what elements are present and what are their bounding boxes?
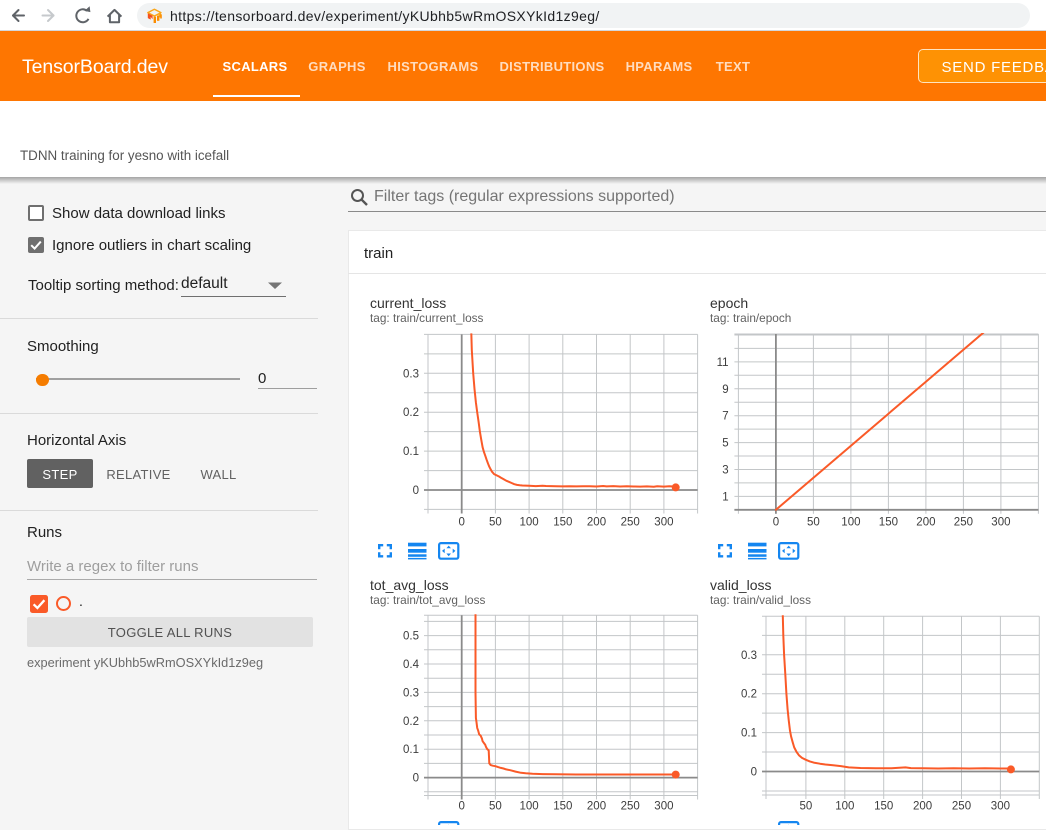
svg-text:5: 5 — [722, 438, 728, 450]
svg-text:100: 100 — [835, 801, 854, 813]
svg-text:0.2: 0.2 — [403, 407, 419, 419]
svg-text:150: 150 — [879, 517, 898, 529]
svg-text:0: 0 — [413, 773, 419, 785]
svg-text:300: 300 — [991, 517, 1010, 529]
svg-text:1: 1 — [722, 491, 728, 503]
svg-text:200: 200 — [913, 801, 932, 813]
svg-text:0.1: 0.1 — [741, 728, 757, 740]
svg-text:250: 250 — [621, 801, 640, 813]
svg-text:0: 0 — [751, 767, 757, 779]
svg-text:100: 100 — [841, 517, 860, 529]
svg-text:0.3: 0.3 — [403, 368, 419, 380]
svg-text:50: 50 — [800, 801, 813, 813]
svg-text:0.2: 0.2 — [741, 689, 757, 701]
svg-text:300: 300 — [991, 801, 1010, 813]
svg-text:0.2: 0.2 — [403, 716, 419, 728]
svg-text:250: 250 — [621, 517, 640, 529]
svg-text:50: 50 — [489, 517, 502, 529]
svg-text:0.1: 0.1 — [403, 446, 419, 458]
svg-text:200: 200 — [587, 517, 606, 529]
svg-text:0: 0 — [458, 801, 464, 813]
svg-text:0.3: 0.3 — [741, 650, 757, 662]
svg-text:100: 100 — [520, 801, 539, 813]
svg-text:250: 250 — [952, 801, 971, 813]
svg-text:50: 50 — [489, 801, 502, 813]
svg-text:100: 100 — [520, 517, 539, 529]
svg-text:200: 200 — [916, 517, 935, 529]
svg-text:0.4: 0.4 — [403, 659, 420, 671]
svg-text:150: 150 — [874, 801, 893, 813]
svg-text:11: 11 — [717, 357, 729, 369]
svg-text:0.1: 0.1 — [403, 744, 419, 756]
svg-text:0: 0 — [773, 517, 779, 529]
svg-text:0: 0 — [458, 517, 464, 529]
svg-text:300: 300 — [654, 801, 673, 813]
svg-text:9: 9 — [722, 384, 728, 396]
svg-text:300: 300 — [654, 517, 673, 529]
svg-text:0: 0 — [413, 485, 419, 497]
svg-text:3: 3 — [722, 465, 728, 477]
svg-text:0.5: 0.5 — [403, 631, 419, 643]
svg-text:7: 7 — [722, 411, 728, 423]
svg-text:0.3: 0.3 — [403, 687, 419, 699]
svg-text:150: 150 — [553, 801, 572, 813]
svg-text:150: 150 — [553, 517, 572, 529]
svg-text:250: 250 — [954, 517, 973, 529]
svg-text:200: 200 — [587, 801, 606, 813]
svg-text:50: 50 — [807, 517, 820, 529]
